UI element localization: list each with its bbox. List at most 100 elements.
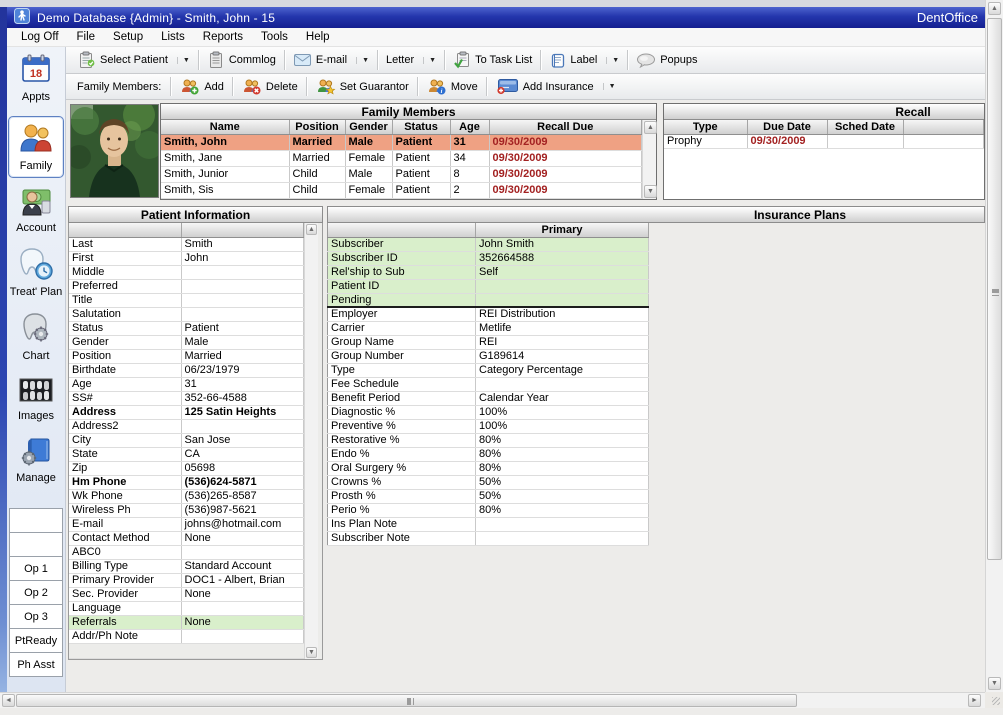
patient-info-row[interactable]: Contact MethodNone <box>69 531 304 545</box>
patient-info-row[interactable]: ABC0 <box>69 545 304 559</box>
column-header-age[interactable]: Age <box>450 120 489 134</box>
op-button-op2[interactable]: Op 2 <box>9 580 63 605</box>
family-member-row[interactable]: Smith, JaneMarriedFemalePatient3409/30/2… <box>161 150 642 166</box>
sidebar-item-family[interactable]: Family <box>8 116 64 178</box>
menu-tools[interactable]: Tools <box>252 29 297 45</box>
patient-info-row[interactable]: Address125 Satin Heights <box>69 405 304 419</box>
column-header-blank[interactable] <box>903 120 984 134</box>
patient-info-row[interactable]: Address2 <box>69 419 304 433</box>
patient-info-row[interactable]: Primary ProviderDOC1 - Albert, Brian <box>69 573 304 587</box>
to-task-list-button[interactable]: To Task List <box>446 49 539 71</box>
op-button-blank-2[interactable] <box>9 532 63 557</box>
insurance-row[interactable]: Subscriber Note <box>328 531 649 545</box>
family-grid-scrollbar[interactable]: ▲ ▼ <box>642 120 656 199</box>
horizontal-scroll-thumb[interactable] <box>16 694 797 707</box>
scroll-down-icon[interactable]: ▼ <box>988 677 1001 690</box>
insurance-row[interactable]: Patient ID <box>328 279 649 293</box>
insurance-row[interactable]: Benefit PeriodCalendar Year <box>328 391 649 405</box>
column-header-sched-date[interactable]: Sched Date <box>827 120 903 134</box>
scroll-right-icon[interactable]: ► <box>968 694 981 707</box>
patient-info-row[interactable]: Hm Phone(536)624-5871 <box>69 475 304 489</box>
insurance-row[interactable]: Diagnostic %100% <box>328 405 649 419</box>
menu-help[interactable]: Help <box>297 29 339 45</box>
patient-info-row[interactable]: PositionMarried <box>69 349 304 363</box>
patient-info-row[interactable]: Language <box>69 601 304 615</box>
patient-info-row[interactable]: Salutation <box>69 307 304 321</box>
scroll-down-icon[interactable]: ▼ <box>644 185 657 198</box>
sidebar-item-account[interactable]: Account <box>8 185 64 234</box>
insurance-row[interactable]: Subscriber ID352664588 <box>328 251 649 265</box>
patient-info-row[interactable]: Age31 <box>69 377 304 391</box>
column-header-name[interactable]: Name <box>161 120 289 134</box>
family-member-row[interactable]: Smith, SisChildFemalePatient209/30/2009 <box>161 182 642 198</box>
scroll-up-icon[interactable]: ▲ <box>988 2 1001 15</box>
chevron-down-icon[interactable]: ▼ <box>606 57 619 64</box>
patient-info-row[interactable]: Addr/Ph Note <box>69 629 304 643</box>
op-button-blank-1[interactable] <box>9 508 63 533</box>
sidebar-item-chart[interactable]: Chart <box>8 311 64 362</box>
window-vertical-scrollbar[interactable]: ▲ ▼ <box>985 0 1003 692</box>
op-button-op3[interactable]: Op 3 <box>9 604 63 629</box>
insurance-row[interactable]: Endo %80% <box>328 447 649 461</box>
patient-info-row[interactable]: SS#352-66-4588 <box>69 391 304 405</box>
patient-info-row[interactable]: Preferred <box>69 279 304 293</box>
scroll-down-icon[interactable]: ▼ <box>306 647 317 658</box>
label-button[interactable]: Label ▼ <box>542 49 626 71</box>
scroll-up-icon[interactable]: ▲ <box>644 121 657 134</box>
insurance-row[interactable]: Ins Plan Note <box>328 517 649 531</box>
column-header-primary[interactable]: Primary <box>476 223 649 237</box>
menu-file[interactable]: File <box>68 29 105 45</box>
add-insurance-button[interactable]: Add Insurance ▼ <box>488 76 623 98</box>
patient-info-row[interactable]: CitySan Jose <box>69 433 304 447</box>
op-button-phasst[interactable]: Ph Asst <box>9 652 63 677</box>
delete-family-member-button[interactable]: Delete <box>234 76 305 98</box>
column-header-recall-due[interactable]: Recall Due <box>489 120 642 134</box>
commlog-button[interactable]: Commlog <box>200 49 283 71</box>
patient-info-row[interactable]: GenderMale <box>69 335 304 349</box>
patient-info-row[interactable]: FirstJohn <box>69 251 304 265</box>
chevron-down-icon[interactable]: ▼ <box>177 57 190 64</box>
menu-log-off[interactable]: Log Off <box>12 29 68 45</box>
select-patient-button[interactable]: Select Patient ▼ <box>71 49 197 71</box>
patient-info-row[interactable]: Wk Phone(536)265-8587 <box>69 489 304 503</box>
insurance-row[interactable]: Crowns %50% <box>328 475 649 489</box>
insurance-row[interactable]: Pending <box>328 293 649 307</box>
insurance-row[interactable]: Oral Surgery %80% <box>328 461 649 475</box>
insurance-row[interactable]: Group NameREI <box>328 335 649 349</box>
patient-info-row[interactable]: Title <box>69 293 304 307</box>
scroll-up-icon[interactable]: ▲ <box>306 224 317 235</box>
family-member-row[interactable]: Smith, JohnMarriedMalePatient3109/30/200… <box>161 134 642 150</box>
family-member-row[interactable]: Smith, JuniorChildMalePatient809/30/2009 <box>161 166 642 182</box>
insurance-row[interactable]: Prosth %50% <box>328 489 649 503</box>
patient-info-row[interactable]: StatusPatient <box>69 321 304 335</box>
sidebar-item-images[interactable]: Images <box>8 375 64 422</box>
insurance-row[interactable]: SubscriberJohn Smith <box>328 237 649 251</box>
column-header-position[interactable]: Position <box>289 120 345 134</box>
window-horizontal-scrollbar[interactable]: ◄ ► <box>0 692 985 708</box>
patient-info-row[interactable]: Wireless Ph(536)987-5621 <box>69 503 304 517</box>
column-header-gender[interactable]: Gender <box>345 120 392 134</box>
insurance-row[interactable]: EmployerREI Distribution <box>328 307 649 321</box>
insurance-row[interactable]: Preventive %100% <box>328 419 649 433</box>
patient-info-row[interactable]: Birthdate06/23/1979 <box>69 363 304 377</box>
set-guarantor-button[interactable]: Set Guarantor <box>308 76 416 98</box>
chevron-down-icon[interactable]: ▼ <box>603 83 616 90</box>
insurance-row[interactable]: Group NumberG189614 <box>328 349 649 363</box>
recall-row[interactable]: Prophy09/30/2009 <box>664 134 984 148</box>
chevron-down-icon[interactable]: ▼ <box>356 57 369 64</box>
patient-info-row[interactable]: Sec. ProviderNone <box>69 587 304 601</box>
insurance-row[interactable]: TypeCategory Percentage <box>328 363 649 377</box>
sidebar-item-manage[interactable]: Manage <box>8 435 64 484</box>
vertical-scroll-thumb[interactable] <box>987 18 1002 560</box>
column-header-status[interactable]: Status <box>392 120 450 134</box>
resize-grip[interactable] <box>985 692 1003 708</box>
patient-info-row[interactable]: Billing TypeStandard Account <box>69 559 304 573</box>
title-bar[interactable]: Demo Database {Admin} - Smith, John - 15… <box>7 7 985 28</box>
chevron-down-icon[interactable]: ▼ <box>423 57 436 64</box>
menu-lists[interactable]: Lists <box>152 29 194 45</box>
move-button[interactable]: i Move <box>419 76 485 98</box>
op-button-ptready[interactable]: PtReady <box>9 628 63 653</box>
insurance-row[interactable]: CarrierMetlife <box>328 321 649 335</box>
patient-info-scrollbar[interactable]: ▲ ▼ <box>304 223 318 659</box>
scroll-left-icon[interactable]: ◄ <box>2 694 15 707</box>
